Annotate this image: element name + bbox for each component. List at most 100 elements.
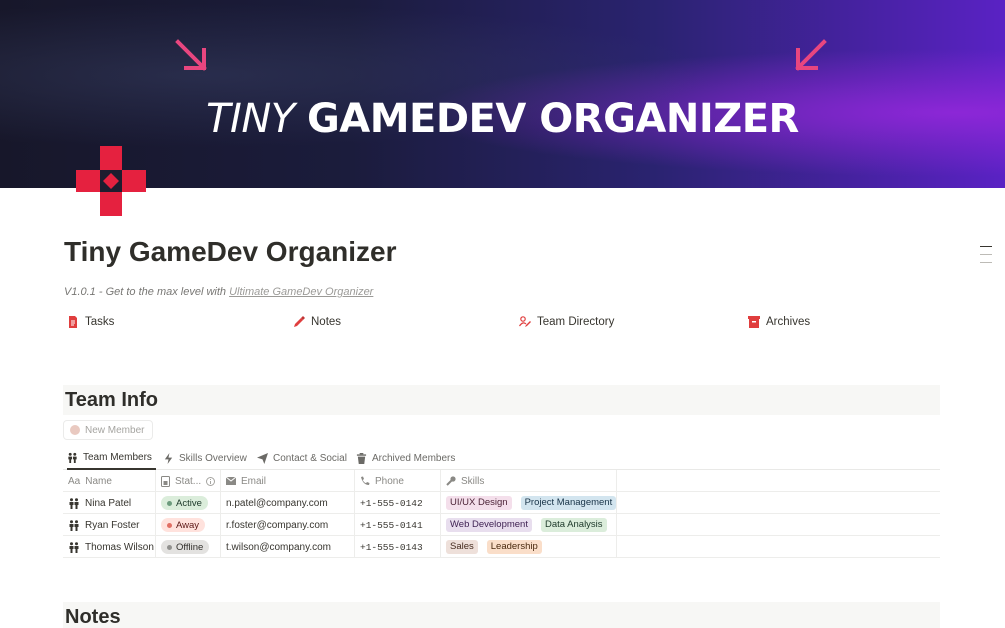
- tab-team-members-label: Team Members: [83, 451, 152, 463]
- status-dot: [167, 522, 172, 528]
- skill-tag: Project Management: [520, 496, 616, 510]
- phone-cell[interactable]: +1-555-0141: [355, 514, 441, 536]
- table-of-contents-markers[interactable]: [980, 246, 992, 270]
- status-cell[interactable]: Offline: [156, 536, 221, 558]
- member-phone[interactable]: +1-555-0141: [360, 520, 423, 531]
- person-pair-icon: [69, 541, 79, 553]
- person-pair-icon: [69, 519, 79, 531]
- skills-cell[interactable]: Sales Leadership: [441, 536, 617, 558]
- tasks-link[interactable]: Tasks: [67, 316, 114, 328]
- new-member-button[interactable]: New Member: [63, 420, 154, 440]
- table-header-row: Aa Name Stat... Email Phone Skills: [63, 470, 940, 492]
- column-status-label: Stat...: [175, 475, 202, 487]
- archives-link-label: Archives: [766, 316, 811, 328]
- cover-title-thin: TINY: [206, 96, 295, 142]
- status-badge: Offline: [161, 540, 210, 554]
- row-spacer: [617, 514, 940, 536]
- name-cell[interactable]: Ryan Foster: [63, 514, 156, 536]
- column-name[interactable]: Aa Name: [63, 470, 156, 492]
- member-email[interactable]: n.patel@company.com: [226, 498, 328, 509]
- people-edit-icon: [519, 316, 531, 327]
- tab-archived-members[interactable]: Archived Members: [356, 446, 455, 470]
- skill-tag: UI/UX Design: [446, 496, 512, 510]
- cover-title-bold: GAMEDEV ORGANIZER: [306, 96, 799, 142]
- people-icon: [68, 452, 77, 463]
- subtitle-text: V1.0.1 - Get to the max level with: [64, 286, 230, 298]
- tab-contact-social[interactable]: Contact & Social: [257, 446, 347, 470]
- email-cell[interactable]: t.wilson@company.com: [221, 536, 355, 558]
- wrench-icon: [446, 476, 456, 486]
- mail-icon: [226, 477, 236, 485]
- trash-icon: [356, 452, 367, 464]
- new-member-icon: [70, 425, 80, 435]
- name-cell[interactable]: Nina Patel: [63, 492, 156, 514]
- row-spacer: [617, 536, 940, 558]
- team-directory-link[interactable]: Team Directory: [519, 316, 614, 328]
- row-spacer: [617, 492, 940, 514]
- new-member-label: New Member: [85, 424, 145, 436]
- phone-cell[interactable]: +1-555-0142: [355, 492, 441, 514]
- page-title: Tiny GameDev Organizer: [64, 236, 397, 267]
- member-name: Thomas Wilson: [85, 541, 154, 553]
- column-spacer: [617, 470, 940, 492]
- member-email[interactable]: t.wilson@company.com: [226, 542, 331, 553]
- archive-box-icon: [748, 316, 760, 328]
- member-phone[interactable]: +1-555-0143: [360, 542, 423, 553]
- column-phone-label: Phone: [375, 475, 404, 487]
- email-cell[interactable]: n.patel@company.com: [221, 492, 355, 514]
- status-badge: Away: [161, 518, 206, 532]
- status-label: Active: [176, 497, 202, 509]
- send-icon: [257, 452, 268, 464]
- red-dpad-icon[interactable]: [76, 146, 146, 216]
- team-info-heading: Team Info: [63, 385, 940, 415]
- name-cell[interactable]: Thomas Wilson: [63, 536, 156, 558]
- status-dot: [167, 544, 172, 550]
- status-dot: [167, 500, 172, 506]
- skills-cell[interactable]: UI/UX Design Project Management: [441, 492, 617, 514]
- tab-skills-overview-label: Skills Overview: [179, 452, 247, 464]
- lightning-icon: [164, 452, 173, 464]
- status-cell[interactable]: Active: [156, 492, 221, 514]
- status-badge: Active: [161, 496, 208, 510]
- notes-link-label: Notes: [311, 316, 342, 328]
- member-name: Nina Patel: [85, 497, 132, 509]
- text-type-icon: Aa: [68, 475, 81, 487]
- team-directory-link-label: Team Directory: [537, 316, 615, 328]
- phone-icon: [361, 476, 370, 485]
- skill-tag: Data Analysis: [540, 518, 607, 532]
- skills-cell[interactable]: Web Development Data Analysis: [441, 514, 617, 536]
- member-name: Ryan Foster: [85, 519, 140, 531]
- phone-cell[interactable]: +1-555-0143: [355, 536, 441, 558]
- member-phone[interactable]: +1-555-0142: [360, 498, 423, 509]
- column-skills[interactable]: Skills: [441, 470, 617, 492]
- pencil-icon: [294, 316, 305, 327]
- column-name-label: Name: [85, 475, 112, 487]
- column-email[interactable]: Email: [221, 470, 355, 492]
- arrow-down-left-icon: [795, 39, 827, 71]
- email-cell[interactable]: r.foster@company.com: [221, 514, 355, 536]
- skill-tag: Sales: [446, 540, 478, 554]
- database-views: Team Members Skills Overview Contact & S…: [63, 446, 940, 470]
- tab-team-members[interactable]: Team Members: [67, 446, 156, 470]
- column-phone[interactable]: Phone: [355, 470, 441, 492]
- document-icon: [69, 316, 77, 328]
- arrow-down-right-icon: [175, 39, 207, 71]
- notes-heading: Notes: [63, 602, 940, 628]
- tab-archived-members-label: Archived Members: [372, 452, 456, 464]
- table-row[interactable]: Nina Patel Active n.patel@company.com +1…: [63, 492, 940, 514]
- status-label: Away: [176, 519, 200, 531]
- column-email-label: Email: [241, 475, 267, 487]
- status-icon: [161, 475, 170, 487]
- cover-title: TINY GAMEDEV ORGANIZER: [0, 96, 1005, 142]
- team-members-table: Aa Name Stat... Email Phone Skills Nina …: [63, 470, 940, 558]
- ultimate-organizer-link[interactable]: Ultimate GameDev Organizer: [229, 286, 373, 298]
- skill-tag: Leadership: [486, 540, 542, 554]
- member-email[interactable]: r.foster@company.com: [226, 520, 328, 531]
- status-cell[interactable]: Away: [156, 514, 221, 536]
- column-status[interactable]: Stat...: [156, 470, 221, 492]
- notes-link[interactable]: Notes: [293, 316, 341, 328]
- archives-link[interactable]: Archives: [748, 316, 810, 328]
- table-row[interactable]: Thomas Wilson Offline t.wilson@company.c…: [63, 536, 940, 558]
- tab-skills-overview[interactable]: Skills Overview: [163, 446, 247, 470]
- table-row[interactable]: Ryan Foster Away r.foster@company.com +1…: [63, 514, 940, 536]
